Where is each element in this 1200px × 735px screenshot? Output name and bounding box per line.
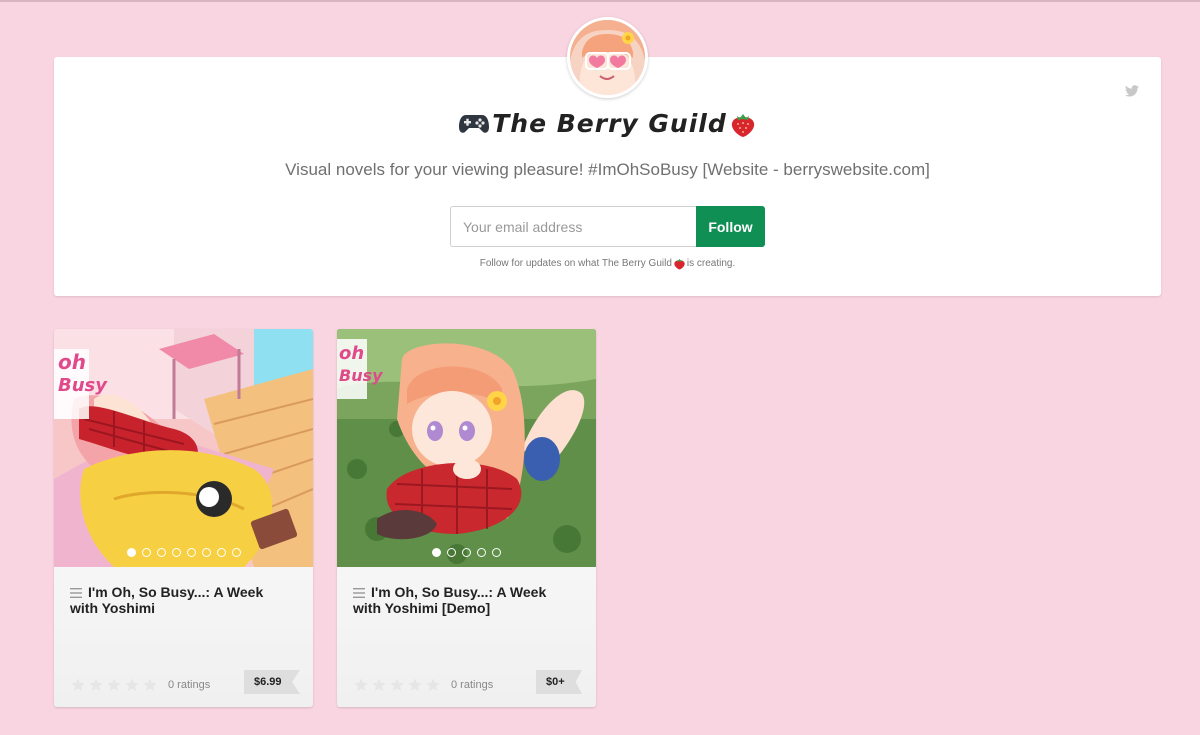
carousel-dot[interactable] <box>171 548 181 557</box>
star-icon <box>426 678 440 691</box>
menu-icon[interactable] <box>353 588 365 598</box>
rating-stars <box>70 677 158 693</box>
game-controller-icon <box>459 114 490 133</box>
ratings-count: 0 ratings <box>168 679 211 691</box>
carousel-dot[interactable] <box>432 548 441 557</box>
carousel-dots <box>337 548 596 557</box>
carousel-dot[interactable] <box>156 548 166 557</box>
carousel-dot[interactable] <box>216 548 226 557</box>
carousel-dot[interactable] <box>141 548 151 557</box>
follow-note-suffix: is creating. <box>686 258 736 269</box>
carousel-dot[interactable] <box>462 548 471 557</box>
star-icon <box>354 678 368 691</box>
game-cover-image[interactable]: oh Busy <box>337 329 596 567</box>
follow-note: Follow for updates on what The Berry Gui… <box>54 257 1161 270</box>
svg-text:Busy: Busy <box>339 366 383 385</box>
price-tag[interactable]: $0+ <box>536 670 582 694</box>
carousel-dot[interactable] <box>201 548 211 557</box>
email-field[interactable] <box>450 206 697 247</box>
carousel-dot[interactable] <box>492 548 501 557</box>
twitter-icon[interactable] <box>1125 85 1139 97</box>
price-tag[interactable]: $6.99 <box>244 670 300 694</box>
star-icon <box>107 678 121 691</box>
game-card-yoshimi-demo[interactable]: oh Busy I'm Oh, So Busy...: A Week with … <box>337 329 596 707</box>
game-title-text: I'm Oh, So Busy...: A Week with Yoshimi <box>70 584 264 616</box>
star-icon <box>89 678 103 691</box>
star-icon <box>408 678 422 691</box>
follow-note-prefix: Follow for updates on what The Berry Gui… <box>479 258 672 269</box>
carousel-dots <box>54 548 313 557</box>
menu-icon[interactable] <box>70 588 82 598</box>
carousel-dot[interactable] <box>126 548 136 557</box>
game-cover-image[interactable]: oh Busy <box>54 329 313 567</box>
star-icon <box>71 678 85 691</box>
carousel-dot[interactable] <box>447 548 456 557</box>
page-title: The Berry Guild <box>54 109 1161 138</box>
title-text: The Berry Guild <box>492 109 727 138</box>
strawberry-icon <box>674 258 685 270</box>
carousel-dot[interactable] <box>186 548 196 557</box>
strawberry-icon <box>731 113 754 137</box>
star-icon <box>143 678 157 691</box>
star-icon <box>390 678 404 691</box>
carousel-dot[interactable] <box>477 548 486 557</box>
ratings-count: 0 ratings <box>451 679 494 691</box>
star-icon <box>125 678 139 691</box>
game-card-yoshimi[interactable]: oh Busy I'm Oh, So Busy...: A Week with … <box>54 329 313 707</box>
svg-text:Busy: Busy <box>58 375 108 396</box>
follow-button[interactable]: Follow <box>696 206 765 247</box>
game-title[interactable]: I'm Oh, So Busy...: A Week with Yoshimi <box>70 584 295 616</box>
game-info: I'm Oh, So Busy...: A Week with Yoshimi … <box>337 567 596 707</box>
svg-text:oh: oh <box>339 343 364 364</box>
svg-text:oh: oh <box>58 350 86 374</box>
avatar[interactable] <box>567 17 648 98</box>
game-title-text: I'm Oh, So Busy...: A Week with Yoshimi … <box>353 584 547 616</box>
rating-stars <box>353 677 441 693</box>
star-icon <box>372 678 386 691</box>
carousel-dot[interactable] <box>231 548 241 557</box>
profile-tagline: Visual novels for your viewing pleasure!… <box>285 160 930 179</box>
game-info: I'm Oh, So Busy...: A Week with Yoshimi … <box>54 567 313 707</box>
game-title[interactable]: I'm Oh, So Busy...: A Week with Yoshimi … <box>353 584 578 616</box>
top-border <box>0 0 1200 2</box>
